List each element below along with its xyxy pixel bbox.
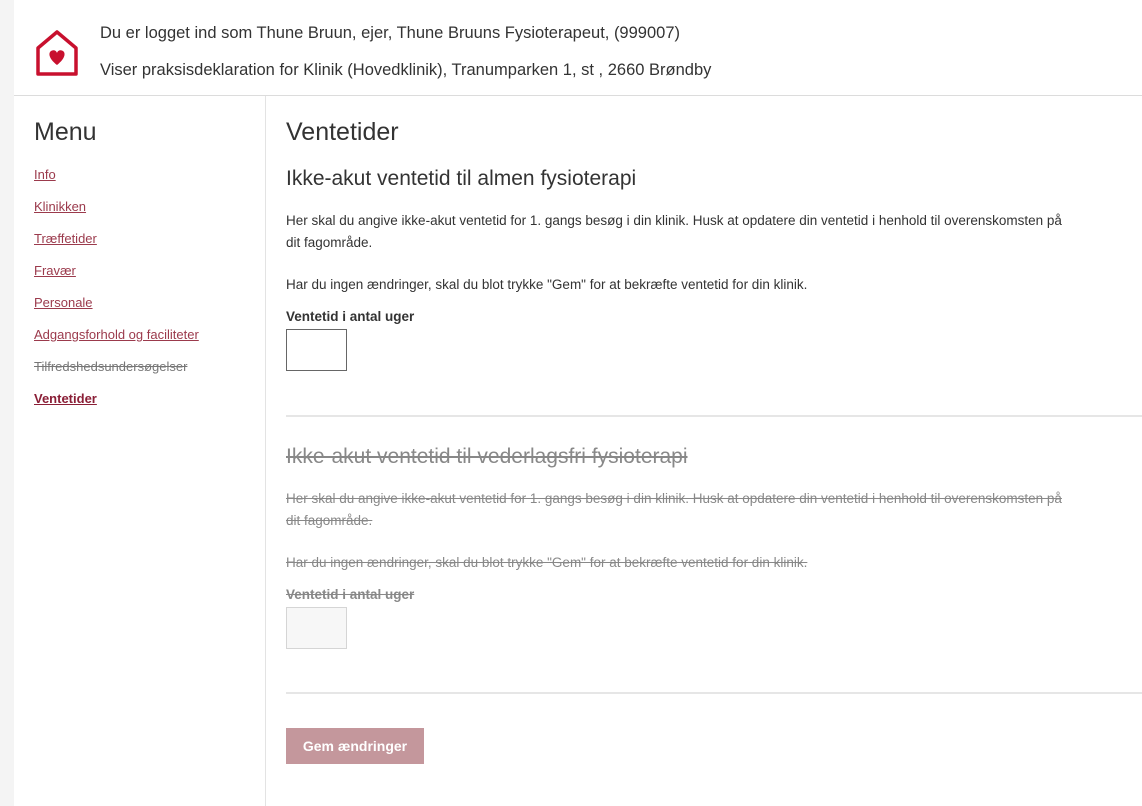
ventetid-vederlagsfri-input [286,607,347,649]
section-divider [286,415,1142,417]
section-almen-title: Ikke-akut ventetid til almen fysioterapi [286,167,637,190]
menu-item-ventetider: Ventetider [34,391,199,423]
menu-item-adgangsforhold: Adgangsforhold og faciliteter [34,327,199,359]
section-almen-field-label: Ventetid i antal uger [286,309,415,324]
house-heart-icon [36,30,78,76]
viewing-clinic-text: Viser praksisdeklaration for Klinik (Hov… [100,61,712,79]
section-vederlagsfri-title: Ikke-akut ventetid til vederlagsfri fysi… [286,445,688,468]
section-divider-bottom [286,692,1142,694]
sidebar: Menu Info Klinikken Træffetider Fravær P… [14,96,266,806]
menu-link-fravaer[interactable]: Fravær [34,263,76,278]
section-vederlagsfri-field-label: Ventetid i antal uger [286,587,415,602]
menu-list: Info Klinikken Træffetider Fravær Person… [34,167,199,423]
section-almen-instruction: Har du ingen ændringer, skal du blot try… [286,277,808,292]
save-button[interactable]: Gem ændringer [286,728,424,764]
menu-title: Menu [34,118,97,146]
menu-item-fravaer: Fravær [34,263,199,295]
menu-link-adgangsforhold[interactable]: Adgangsforhold og faciliteter [34,327,199,342]
menu-link-klinikken[interactable]: Klinikken [34,199,86,214]
section-almen-description: Her skal du angive ikke-akut ventetid fo… [286,213,1062,250]
section-vederlagsfri-description: Her skal du angive ikke-akut ventetid fo… [286,491,1062,528]
menu-item-klinikken: Klinikken [34,199,199,231]
menu-item-info: Info [34,167,199,199]
menu-link-info[interactable]: Info [34,167,56,182]
header: Du er logget ind som Thune Bruun, ejer, … [14,8,1142,96]
menu-item-personale: Personale [34,295,199,327]
menu-item-tilfredshed: Tilfredshedsundersøgelser [34,359,199,391]
page-frame: Du er logget ind som Thune Bruun, ejer, … [14,0,1142,806]
menu-link-traeffetider[interactable]: Træffetider [34,231,97,246]
page-title: Ventetider [286,118,399,146]
logged-in-text: Du er logget ind som Thune Bruun, ejer, … [100,24,680,42]
menu-link-ventetider-active[interactable]: Ventetider [34,391,97,406]
menu-item-traeffetider: Træffetider [34,231,199,263]
ventetid-almen-input[interactable] [286,329,347,371]
menu-link-tilfredshed-disabled: Tilfredshedsundersøgelser [34,359,188,374]
section-vederlagsfri-instruction: Har du ingen ændringer, skal du blot try… [286,555,808,570]
menu-link-personale[interactable]: Personale [34,295,93,310]
